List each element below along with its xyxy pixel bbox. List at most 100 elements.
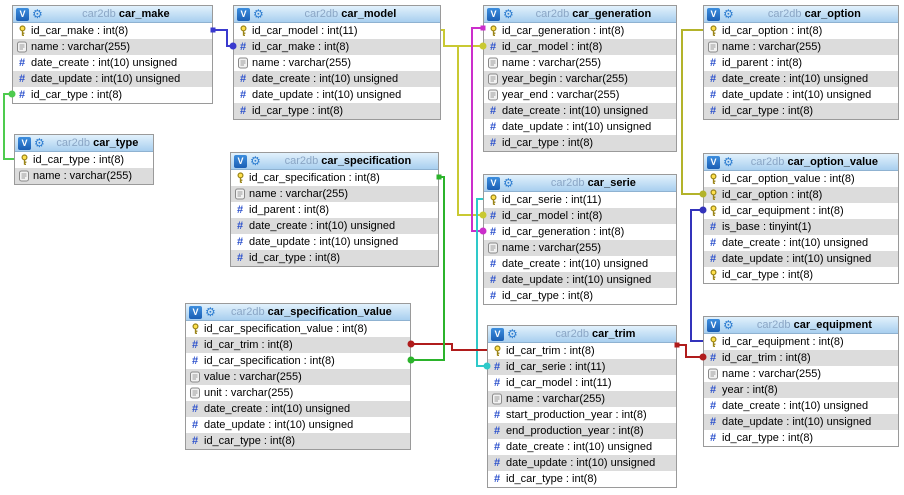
column-car_option-date_create[interactable]: #date_create : int(10) unsigned (704, 71, 898, 87)
table-car_equipment[interactable]: V⚙car2db car_equipmentid_car_equipment :… (703, 316, 899, 447)
column-car_specification-id_parent[interactable]: #id_parent : int(8) (231, 202, 438, 218)
column-car_generation-name[interactable]: name : varchar(255) (484, 55, 676, 71)
toggle-columns-icon[interactable]: V (491, 328, 504, 341)
column-car_trim-date_update[interactable]: #date_update : int(10) unsigned (488, 455, 676, 471)
table-header-car_serie[interactable]: V⚙car2db car_serie (484, 175, 676, 192)
toggle-columns-icon[interactable]: V (707, 156, 720, 169)
column-car_model-name[interactable]: name : varchar(255) (234, 55, 440, 71)
column-car_option_value-id_car_option_value[interactable]: id_car_option_value : int(8) (704, 171, 898, 187)
toggle-columns-icon[interactable]: V (487, 177, 500, 190)
column-car_trim-id_car_model[interactable]: #id_car_model : int(11) (488, 375, 676, 391)
column-car_option_value-date_create[interactable]: #date_create : int(10) unsigned (704, 235, 898, 251)
column-car_equipment-id_car_type[interactable]: #id_car_type : int(8) (704, 430, 898, 446)
column-car_specification_value-id_car_type[interactable]: #id_car_type : int(8) (186, 433, 410, 449)
column-car_trim-end_production_year[interactable]: #end_production_year : int(8) (488, 423, 676, 439)
column-car_type-id_car_type[interactable]: id_car_type : int(8) (15, 152, 153, 168)
column-car_generation-id_car_type[interactable]: #id_car_type : int(8) (484, 135, 676, 151)
column-car_serie-id_car_model[interactable]: #id_car_model : int(8) (484, 208, 676, 224)
column-car_option-date_update[interactable]: #date_update : int(10) unsigned (704, 87, 898, 103)
toggle-columns-icon[interactable]: V (234, 155, 247, 168)
column-car_specification-name[interactable]: name : varchar(255) (231, 186, 438, 202)
column-car_equipment-name[interactable]: name : varchar(255) (704, 366, 898, 382)
column-car_serie-id_car_serie[interactable]: id_car_serie : int(11) (484, 192, 676, 208)
table-header-car_type[interactable]: V⚙car2db car_type (15, 135, 153, 152)
toggle-columns-icon[interactable]: V (707, 8, 720, 21)
column-car_generation-date_create[interactable]: #date_create : int(10) unsigned (484, 103, 676, 119)
toggle-columns-icon[interactable]: V (16, 8, 29, 21)
column-car_trim-id_car_serie[interactable]: #id_car_serie : int(11) (488, 359, 676, 375)
column-car_specification-date_create[interactable]: #date_create : int(10) unsigned (231, 218, 438, 234)
table-header-car_make[interactable]: V⚙car2db car_make (13, 6, 212, 23)
column-car_model-id_car_type[interactable]: #id_car_type : int(8) (234, 103, 440, 119)
table-header-car_trim[interactable]: V⚙car2db car_trim (488, 326, 676, 343)
table-header-car_generation[interactable]: V⚙car2db car_generation (484, 6, 676, 23)
table-options-gear-icon[interactable]: ⚙ (507, 328, 518, 340)
column-car_option-id_parent[interactable]: #id_parent : int(8) (704, 55, 898, 71)
table-options-gear-icon[interactable]: ⚙ (723, 319, 734, 331)
table-options-gear-icon[interactable]: ⚙ (250, 155, 261, 167)
column-car_serie-date_update[interactable]: #date_update : int(10) unsigned (484, 272, 676, 288)
table-car_option[interactable]: V⚙car2db car_optionid_car_option : int(8… (703, 5, 899, 120)
column-car_make-name[interactable]: name : varchar(255) (13, 39, 212, 55)
toggle-columns-icon[interactable]: V (707, 319, 720, 332)
column-car_make-id_car_make[interactable]: id_car_make : int(8) (13, 23, 212, 39)
column-car_option-id_car_type[interactable]: #id_car_type : int(8) (704, 103, 898, 119)
column-car_serie-name[interactable]: name : varchar(255) (484, 240, 676, 256)
column-car_equipment-id_car_equipment[interactable]: id_car_equipment : int(8) (704, 334, 898, 350)
column-car_model-id_car_make[interactable]: #id_car_make : int(8) (234, 39, 440, 55)
column-car_serie-id_car_generation[interactable]: #id_car_generation : int(8) (484, 224, 676, 240)
table-options-gear-icon[interactable]: ⚙ (34, 137, 45, 149)
column-car_option_value-is_base[interactable]: #is_base : tinyint(1) (704, 219, 898, 235)
toggle-columns-icon[interactable]: V (189, 306, 202, 319)
column-car_generation-year_begin[interactable]: year_begin : varchar(255) (484, 71, 676, 87)
table-header-car_model[interactable]: V⚙car2db car_model (234, 6, 440, 23)
column-car_specification_value-id_car_trim[interactable]: #id_car_trim : int(8) (186, 337, 410, 353)
table-car_trim[interactable]: V⚙car2db car_trimid_car_trim : int(8)#id… (487, 325, 677, 488)
column-car_equipment-year[interactable]: #year : int(8) (704, 382, 898, 398)
column-car_model-date_update[interactable]: #date_update : int(10) unsigned (234, 87, 440, 103)
column-car_option-name[interactable]: name : varchar(255) (704, 39, 898, 55)
table-options-gear-icon[interactable]: ⚙ (723, 156, 734, 168)
table-header-car_specification[interactable]: V⚙car2db car_specification (231, 153, 438, 170)
column-car_generation-id_car_model[interactable]: #id_car_model : int(8) (484, 39, 676, 55)
table-car_type[interactable]: V⚙car2db car_typeid_car_type : int(8)nam… (14, 134, 154, 185)
column-car_generation-id_car_generation[interactable]: id_car_generation : int(8) (484, 23, 676, 39)
table-options-gear-icon[interactable]: ⚙ (253, 8, 264, 20)
column-car_specification_value-id_car_specification_value[interactable]: id_car_specification_value : int(8) (186, 321, 410, 337)
column-car_make-id_car_type[interactable]: #id_car_type : int(8) (13, 87, 212, 103)
column-car_generation-date_update[interactable]: #date_update : int(10) unsigned (484, 119, 676, 135)
column-car_type-name[interactable]: name : varchar(255) (15, 168, 153, 184)
column-car_option-id_car_option[interactable]: id_car_option : int(8) (704, 23, 898, 39)
table-car_specification[interactable]: V⚙car2db car_specificationid_car_specifi… (230, 152, 439, 267)
table-options-gear-icon[interactable]: ⚙ (32, 8, 43, 20)
toggle-columns-icon[interactable]: V (18, 137, 31, 150)
toggle-columns-icon[interactable]: V (237, 8, 250, 21)
table-car_serie[interactable]: V⚙car2db car_serieid_car_serie : int(11)… (483, 174, 677, 305)
column-car_specification-date_update[interactable]: #date_update : int(10) unsigned (231, 234, 438, 250)
table-header-car_option_value[interactable]: V⚙car2db car_option_value (704, 154, 898, 171)
column-car_specification-id_car_type[interactable]: #id_car_type : int(8) (231, 250, 438, 266)
column-car_specification_value-unit[interactable]: unit : varchar(255) (186, 385, 410, 401)
table-options-gear-icon[interactable]: ⚙ (205, 306, 216, 318)
column-car_equipment-id_car_trim[interactable]: #id_car_trim : int(8) (704, 350, 898, 366)
column-car_equipment-date_create[interactable]: #date_create : int(10) unsigned (704, 398, 898, 414)
table-options-gear-icon[interactable]: ⚙ (723, 8, 734, 20)
table-car_model[interactable]: V⚙car2db car_modelid_car_model : int(11)… (233, 5, 441, 120)
column-car_trim-id_car_type[interactable]: #id_car_type : int(8) (488, 471, 676, 487)
table-car_option_value[interactable]: V⚙car2db car_option_valueid_car_option_v… (703, 153, 899, 284)
table-header-car_equipment[interactable]: V⚙car2db car_equipment (704, 317, 898, 334)
table-car_specification_value[interactable]: V⚙car2db car_specification_valueid_car_s… (185, 303, 411, 450)
table-options-gear-icon[interactable]: ⚙ (503, 8, 514, 20)
column-car_option_value-id_car_option[interactable]: id_car_option : int(8) (704, 187, 898, 203)
table-header-car_option[interactable]: V⚙car2db car_option (704, 6, 898, 23)
table-options-gear-icon[interactable]: ⚙ (503, 177, 514, 189)
column-car_specification_value-value[interactable]: value : varchar(255) (186, 369, 410, 385)
column-car_option_value-date_update[interactable]: #date_update : int(10) unsigned (704, 251, 898, 267)
column-car_serie-date_create[interactable]: #date_create : int(10) unsigned (484, 256, 676, 272)
column-car_trim-date_create[interactable]: #date_create : int(10) unsigned (488, 439, 676, 455)
column-car_specification-id_car_specification[interactable]: id_car_specification : int(8) (231, 170, 438, 186)
column-car_model-date_create[interactable]: #date_create : int(10) unsigned (234, 71, 440, 87)
column-car_option_value-id_car_equipment[interactable]: id_car_equipment : int(8) (704, 203, 898, 219)
column-car_make-date_update[interactable]: #date_update : int(10) unsigned (13, 71, 212, 87)
column-car_make-date_create[interactable]: #date_create : int(10) unsigned (13, 55, 212, 71)
